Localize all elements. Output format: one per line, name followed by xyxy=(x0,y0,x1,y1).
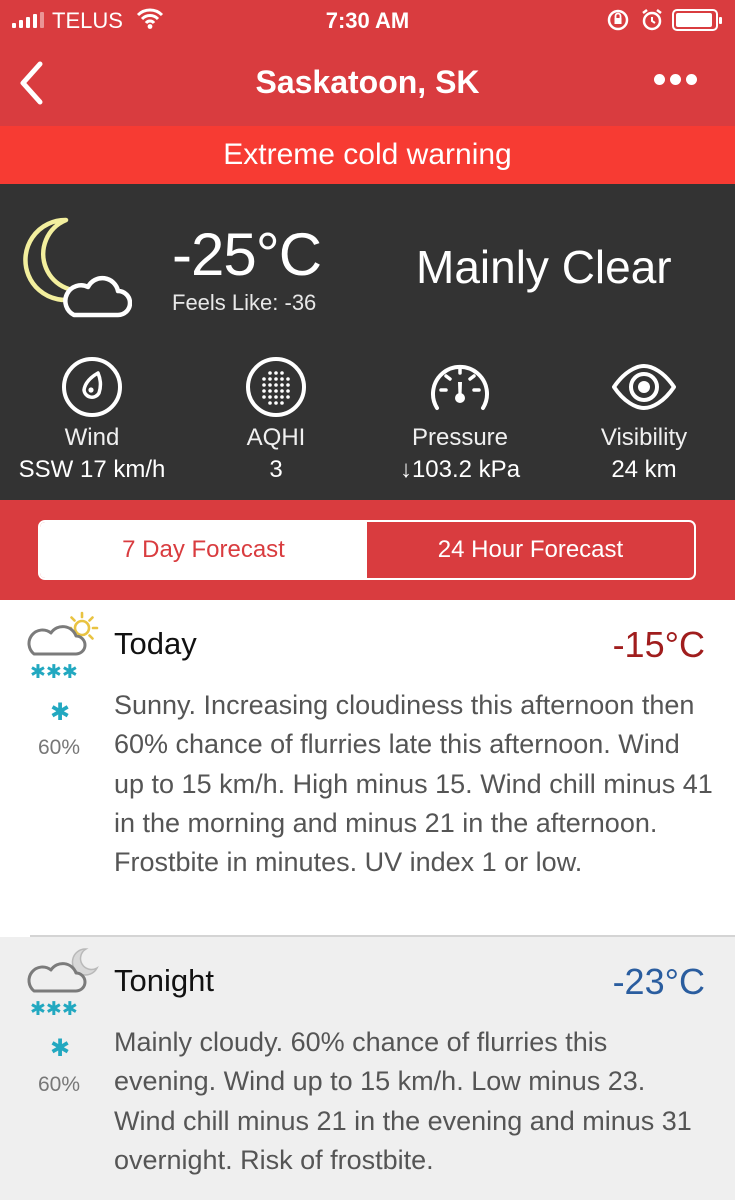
wind-value: SSW 17 km/h xyxy=(18,456,166,483)
nav-bar: Saskatoon, SK xyxy=(0,40,735,126)
forecast-item-today[interactable]: ✱✱✱ ✱ 60% Today -15°C Sunny. Increasing … xyxy=(0,600,735,936)
cloud-moon-snow-icon: ✱✱✱ xyxy=(27,948,99,1020)
visibility-label: Visibility xyxy=(600,424,688,451)
snowflake-icon: ✱ xyxy=(50,699,71,726)
aqhi-stat: AQHI 3 xyxy=(186,356,366,484)
period-temperature: -23°C xyxy=(612,961,705,1002)
status-bar: TELUS 7:30 AM xyxy=(0,0,735,40)
forecast-segmented-control: 7 Day Forecast 24 Hour Forecast xyxy=(38,520,696,580)
moon-cloud-icon xyxy=(23,217,132,318)
alarm-icon xyxy=(642,9,662,31)
pressure-stat: Pressure ↓103.2 kPa xyxy=(370,356,550,484)
location-title: Saskatoon, SK xyxy=(255,64,480,100)
battery-icon xyxy=(672,9,722,31)
eye-icon xyxy=(612,364,676,410)
forecast-description: Mainly cloudy. 60% chance of flurries th… xyxy=(114,1027,692,1175)
aqhi-dots-icon xyxy=(246,357,306,417)
wind-label: Wind xyxy=(64,424,120,451)
forecast-description: Sunny. Increasing cloudiness this aftern… xyxy=(114,690,713,878)
precip-probability: 60% xyxy=(38,736,81,759)
period-name: Today xyxy=(114,626,197,661)
aqhi-label: AQHI xyxy=(246,424,306,451)
svg-text:✱✱✱: ✱✱✱ xyxy=(30,661,78,683)
more-options-icon[interactable] xyxy=(654,74,697,85)
current-condition: Mainly Clear xyxy=(416,241,672,293)
rotation-lock-icon xyxy=(607,9,629,31)
tab-24-hour-forecast[interactable]: 24 Hour Forecast xyxy=(367,522,694,578)
period-name: Tonight xyxy=(114,963,214,998)
tab-7-day-forecast[interactable]: 7 Day Forecast xyxy=(40,522,367,578)
current-temperature: -25°C xyxy=(172,221,322,288)
wind-compass-icon xyxy=(62,357,122,417)
current-conditions-panel: -25°C Feels Like: -36 Mainly Clear Wind … xyxy=(0,184,735,500)
aqhi-value: 3 xyxy=(269,456,283,483)
pressure-value: ↓103.2 kPa xyxy=(399,456,521,483)
weather-alert-banner[interactable]: Extreme cold warning xyxy=(0,126,735,184)
pressure-label: Pressure xyxy=(411,424,509,451)
precip-probability: 60% xyxy=(38,1073,81,1096)
cloud-sun-snow-icon: ✱✱✱ xyxy=(27,611,99,683)
wind-stat: Wind SSW 17 km/h xyxy=(2,356,182,484)
snowflake-icon: ✱ xyxy=(50,1035,71,1062)
forecast-item-tonight[interactable]: ✱✱✱ ✱ 60% Tonight -23°C Mainly cloudy. 6… xyxy=(0,937,735,1200)
svg-text:✱✱✱: ✱✱✱ xyxy=(30,998,78,1020)
period-temperature: -15°C xyxy=(612,624,705,665)
forecast-tab-bar: 7 Day Forecast 24 Hour Forecast xyxy=(0,500,735,600)
feels-like: Feels Like: -36 xyxy=(172,290,317,315)
pressure-gauge-icon xyxy=(431,364,489,410)
visibility-stat: Visibility 24 km xyxy=(554,356,734,484)
visibility-value: 24 km xyxy=(611,456,677,483)
